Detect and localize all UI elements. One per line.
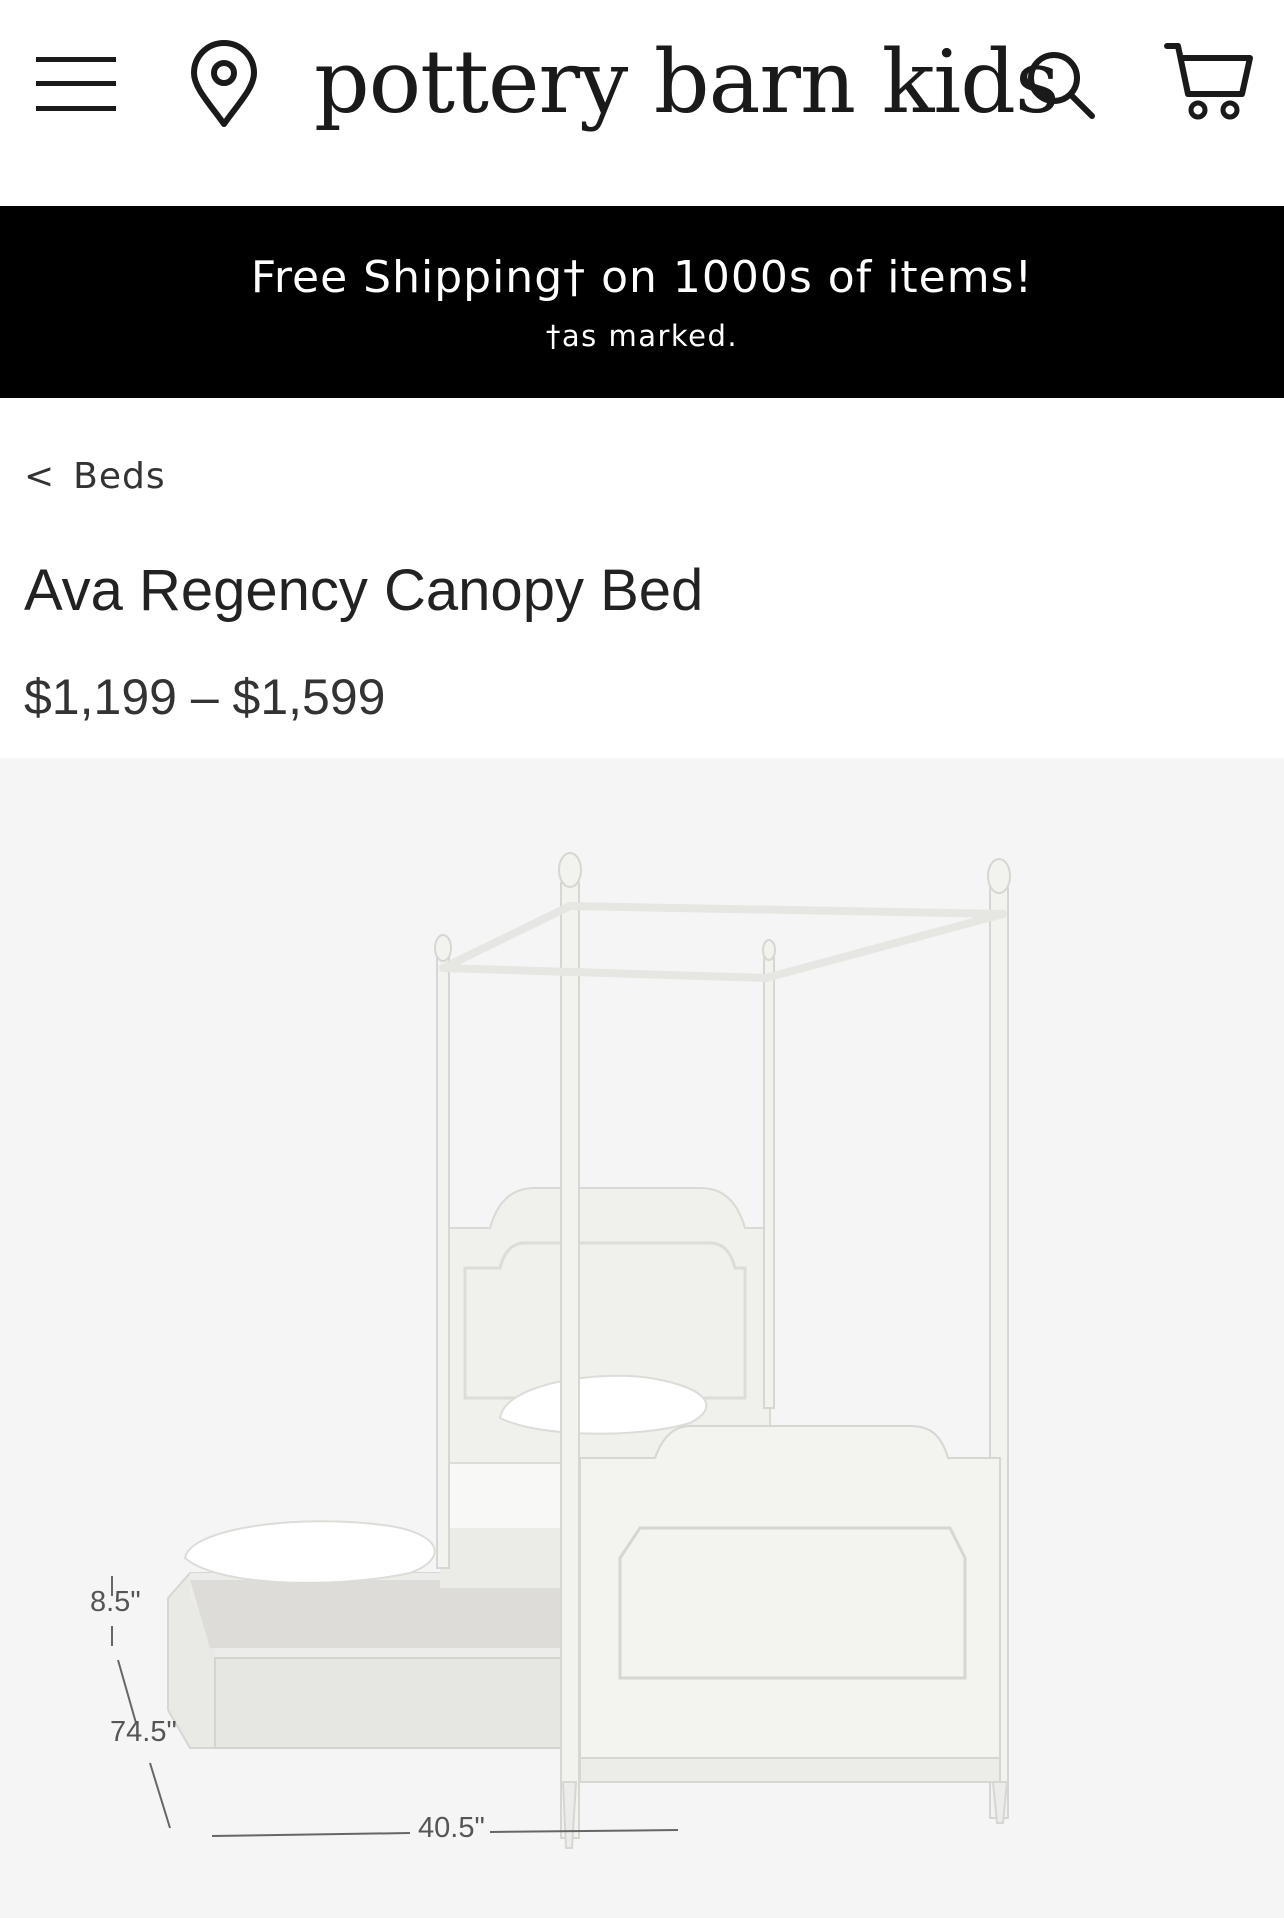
promo-title: Free Shipping† on 1000s of items! bbox=[250, 252, 1034, 303]
breadcrumb-label: Beds bbox=[73, 456, 166, 497]
site-logo[interactable]: pottery barn kids bbox=[314, 22, 1060, 142]
site-header: pottery barn kids bbox=[0, 0, 1284, 206]
bed-illustration bbox=[111, 852, 1011, 1849]
promo-subtitle: †as marked. bbox=[545, 319, 739, 353]
dimension-length-label: 74.5" bbox=[110, 1716, 177, 1748]
promo-banner[interactable]: Free Shipping† on 1000s of items! †as ma… bbox=[0, 206, 1284, 398]
dimension-width-label: 40.5" bbox=[418, 1812, 485, 1844]
footboard bbox=[561, 1425, 1009, 1849]
canopy-rails bbox=[439, 902, 1007, 982]
dimension-height-label: 8.5" bbox=[90, 1586, 141, 1618]
product-title: Ava Regency Canopy Bed bbox=[24, 558, 704, 623]
breadcrumb-back-link[interactable]: < Beds bbox=[24, 452, 166, 502]
product-price: $1,199 – $1,599 bbox=[24, 669, 386, 725]
search-icon[interactable] bbox=[1024, 48, 1096, 120]
location-icon[interactable] bbox=[188, 40, 260, 130]
product-image[interactable]: 8.5" 74.5" 40.5" bbox=[0, 758, 1284, 1918]
cart-icon[interactable] bbox=[1164, 40, 1254, 122]
menu-icon[interactable] bbox=[36, 55, 118, 113]
chevron-left-icon: < bbox=[24, 456, 56, 497]
